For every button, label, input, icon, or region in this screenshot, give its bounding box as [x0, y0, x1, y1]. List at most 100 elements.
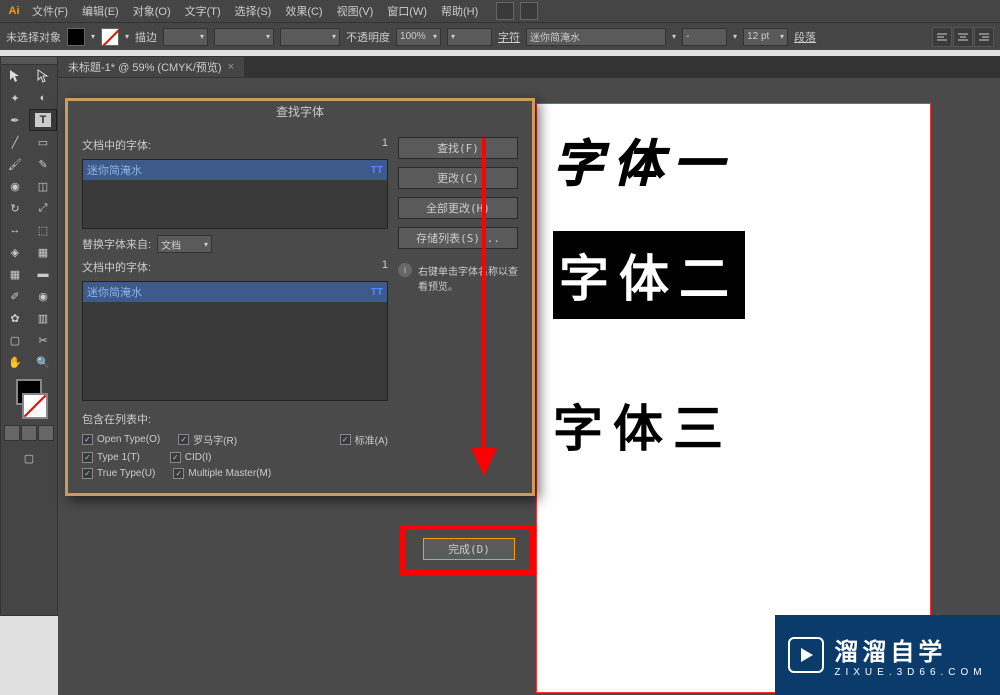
save-list-button[interactable]: 存储列表(S)...: [398, 227, 518, 249]
menu-edit[interactable]: 编辑(E): [76, 1, 125, 21]
multiplemaster-checkbox[interactable]: ✓Multiple Master(M): [173, 468, 271, 479]
menu-type[interactable]: 文字(T): [179, 1, 227, 21]
pencil-tool[interactable]: ✎: [29, 153, 57, 175]
blob-brush-tool[interactable]: ◉: [1, 175, 29, 197]
stroke-dropdown-arrow-icon[interactable]: ▾: [125, 32, 129, 41]
direct-selection-tool[interactable]: [29, 65, 57, 87]
blend-tool[interactable]: ◉: [29, 285, 57, 307]
gradient-mode-btn[interactable]: [21, 425, 37, 441]
paintbrush-tool[interactable]: 🖌: [1, 153, 29, 175]
slice-tool[interactable]: ✂: [29, 329, 57, 351]
artboard: 字体一 字体二 字体三: [536, 103, 931, 693]
font-list-item[interactable]: 迷你简淹水 TT: [83, 282, 387, 302]
document-fonts-list[interactable]: 迷你简淹水 TT: [82, 159, 388, 229]
font-dropdown-icon[interactable]: ▾: [672, 32, 676, 41]
text-object-3[interactable]: 字体三: [553, 389, 914, 461]
text-object-2[interactable]: 字体二: [553, 231, 745, 319]
menu-object[interactable]: 对象(O): [127, 1, 177, 21]
line-tool[interactable]: ╱: [1, 131, 29, 153]
paragraph-panel-link[interactable]: 段落: [794, 29, 816, 45]
menu-effect[interactable]: 效果(C): [279, 1, 328, 21]
dialog-title: 查找字体: [68, 101, 532, 123]
roman-checkbox[interactable]: ✓罗马字(R): [178, 432, 237, 447]
truetype-checkbox[interactable]: ✓True Type(U): [82, 468, 155, 479]
opacity-input[interactable]: 100%▾: [396, 28, 441, 46]
font-size-input[interactable]: 12 pt▾: [743, 28, 788, 46]
stroke-swatch[interactable]: [101, 28, 119, 46]
tab-title: 未标题-1* @ 59% (CMYK/预览): [68, 59, 222, 75]
eraser-tool[interactable]: ◫: [29, 175, 57, 197]
type1-checkbox[interactable]: ✓Type 1(T): [82, 452, 140, 463]
dialog-hint-text: 右键单击字体名称以查看预览。: [418, 263, 518, 293]
find-button[interactable]: 查找(F): [398, 137, 518, 159]
column-graph-tool[interactable]: ▥: [29, 307, 57, 329]
shape-builder-tool[interactable]: ◈: [1, 241, 29, 263]
lasso-tool[interactable]: ◐: [29, 87, 57, 109]
magic-wand-tool[interactable]: ✦: [1, 87, 29, 109]
align-right-icon[interactable]: [974, 27, 994, 47]
style-select[interactable]: ▾: [447, 28, 492, 46]
zoom-tool[interactable]: 🔍: [29, 351, 57, 373]
cid-checkbox[interactable]: ✓CID(I): [170, 452, 212, 463]
menu-view[interactable]: 视图(V): [331, 1, 380, 21]
layout-icon-1[interactable]: [496, 2, 514, 20]
eyedropper-tool[interactable]: ✐: [1, 285, 29, 307]
stroke-weight-select[interactable]: ▾: [163, 28, 208, 46]
pen-tool[interactable]: ✒: [1, 109, 29, 131]
align-center-icon[interactable]: [953, 27, 973, 47]
selection-tool[interactable]: [1, 65, 29, 87]
color-mode-btn[interactable]: [4, 425, 20, 441]
free-transform-tool[interactable]: ⬚: [29, 219, 57, 241]
tab-close-icon[interactable]: ×: [228, 61, 234, 73]
truetype-icon: TT: [371, 165, 383, 176]
type-tool[interactable]: T: [29, 109, 57, 131]
font-family-select[interactable]: 迷你简淹水: [526, 28, 666, 46]
done-button[interactable]: 完成(D): [423, 538, 515, 560]
artboard-tool[interactable]: ▢: [1, 329, 29, 351]
replacement-fonts-list[interactable]: 迷你简淹水 TT: [82, 281, 388, 401]
layout-icon-2[interactable]: [520, 2, 538, 20]
align-left-icon[interactable]: [932, 27, 952, 47]
info-icon: i: [398, 263, 412, 277]
symbol-sprayer-tool[interactable]: ✿: [1, 307, 29, 329]
gradient-tool[interactable]: ▬: [29, 263, 57, 285]
none-mode-btn[interactable]: [38, 425, 54, 441]
text-object-1[interactable]: 字体一: [553, 124, 914, 196]
include-label: 包含在列表中:: [82, 411, 151, 427]
rectangle-tool[interactable]: ▭: [29, 131, 57, 153]
menu-window[interactable]: 窗口(W): [381, 1, 433, 21]
menu-help[interactable]: 帮助(H): [435, 1, 484, 21]
scale-tool[interactable]: ⤢: [29, 197, 57, 219]
standard-checkbox[interactable]: ✓标准(A): [340, 432, 388, 447]
mesh-tool[interactable]: ▦: [1, 263, 29, 285]
opentype-checkbox[interactable]: ✓Open Type(O): [82, 432, 160, 447]
font-list-item[interactable]: 迷你简淹水 TT: [83, 160, 387, 180]
doc-fonts-label-2: 文档中的字体:: [82, 259, 151, 275]
change-button[interactable]: 更改(C): [398, 167, 518, 189]
rotate-tool[interactable]: ↻: [1, 197, 29, 219]
watermark-play-icon: [788, 637, 824, 673]
stroke-profile-select[interactable]: ▾: [214, 28, 274, 46]
fontstyle-dropdown-icon[interactable]: ▾: [733, 32, 737, 41]
menu-select[interactable]: 选择(S): [229, 1, 278, 21]
menu-file[interactable]: 文件(F): [26, 1, 74, 21]
stroke-color-box[interactable]: [22, 393, 48, 419]
fill-swatch[interactable]: [67, 28, 85, 46]
character-panel-link[interactable]: 字符: [498, 29, 520, 45]
perspective-tool[interactable]: ▦: [29, 241, 57, 263]
app-logo: Ai: [4, 1, 24, 21]
hand-tool[interactable]: ✋: [1, 351, 29, 373]
noselection-label: 未选择对象: [6, 29, 61, 45]
fill-stroke-swatch[interactable]: [1, 379, 57, 419]
panel-grip[interactable]: [1, 57, 57, 65]
doc-fonts-count: 1: [382, 137, 388, 153]
doc-fonts-count-2: 1: [382, 259, 388, 275]
document-tab[interactable]: 未标题-1* @ 59% (CMYK/预览) ×: [58, 57, 244, 77]
font-style-select[interactable]: -: [682, 28, 727, 46]
screen-mode-btn[interactable]: ▢: [15, 447, 43, 469]
fill-dropdown-arrow-icon[interactable]: ▾: [91, 32, 95, 41]
width-tool[interactable]: ↔: [1, 219, 29, 241]
replace-from-select[interactable]: 文档▾: [157, 235, 212, 253]
change-all-button[interactable]: 全部更改(H): [398, 197, 518, 219]
brush-select[interactable]: ▾: [280, 28, 340, 46]
